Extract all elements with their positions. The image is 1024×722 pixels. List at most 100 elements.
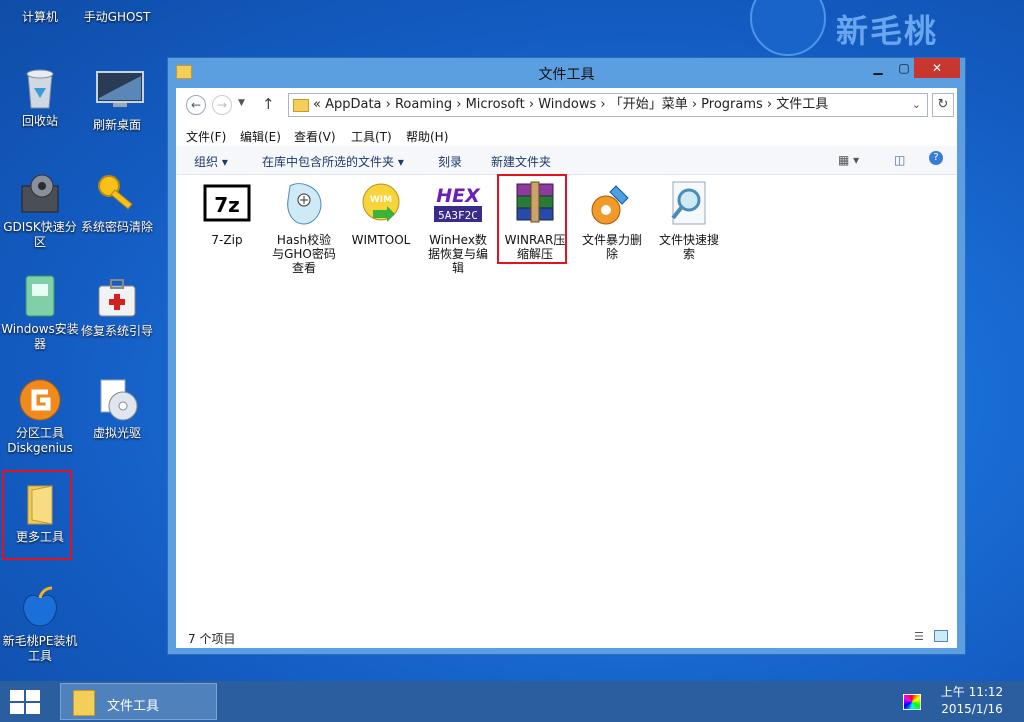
file-item-force-delete[interactable]: 文件暴力删除: [579, 180, 645, 261]
help-icon[interactable]: ?: [929, 151, 943, 165]
burn-button[interactable]: 刻录: [438, 153, 462, 170]
back-button[interactable]: ←: [186, 95, 206, 115]
desktop-icon-refresh-desktop[interactable]: 刷新桌面: [77, 70, 157, 133]
view-toggle: ☰: [914, 630, 950, 644]
file-item-hash[interactable]: Hash校验与GHO密码查看: [271, 180, 337, 275]
computer-icon: [18, 0, 62, 6]
menu-edit[interactable]: 编辑(E): [240, 128, 281, 145]
gdisk-icon: [18, 172, 62, 216]
menu-tools[interactable]: 工具(T): [351, 128, 392, 145]
file-label: 7-Zip: [211, 233, 243, 247]
winhex-icon: HEX 5A3F2C: [434, 180, 482, 228]
svg-text:WIM: WIM: [370, 195, 392, 205]
repair-kit-icon: [95, 276, 139, 320]
large-icons-view-icon[interactable]: [934, 630, 948, 642]
peach-logo-icon: [750, 0, 826, 56]
desktop-icon-computer[interactable]: 计算机: [0, 0, 80, 25]
preview-pane-icon[interactable]: ◫: [894, 153, 905, 167]
new-folder-button[interactable]: 新建文件夹: [491, 153, 551, 170]
close-button[interactable]: ✕: [914, 58, 960, 78]
svg-text:5A3F2C: 5A3F2C: [438, 209, 478, 222]
menu-view[interactable]: 查看(V): [294, 128, 336, 145]
recycle-bin-icon: [18, 66, 62, 110]
wimtool-icon: WIM: [357, 180, 405, 228]
peach-icon: [18, 586, 62, 630]
forward-button[interactable]: →: [212, 95, 232, 115]
desktop-icon-pe-installer[interactable]: 新毛桃PE装机工具: [0, 586, 80, 664]
windows-installer-icon: [18, 274, 62, 318]
key-icon: [95, 172, 139, 216]
start-button[interactable]: [10, 690, 42, 714]
file-search-icon: [665, 180, 713, 228]
virtual-drive-icon: [95, 378, 139, 422]
system-clock[interactable]: 上午 11:12 2015/1/16: [932, 684, 1012, 718]
desktop-icon-label: 计算机: [21, 10, 58, 24]
change-view-icon[interactable]: ▦ ▾: [838, 153, 859, 167]
details-view-icon[interactable]: ☰: [914, 630, 924, 643]
refresh-button[interactable]: ↻: [932, 93, 954, 117]
desktop-icon-label: 回收站: [21, 114, 58, 128]
monitor-icon: [95, 70, 144, 114]
taskbar-item-file-tools[interactable]: 文件工具: [60, 683, 217, 720]
menu-help[interactable]: 帮助(H): [406, 128, 448, 145]
ghost-icon: [95, 0, 139, 6]
file-label: WIMTOOL: [351, 233, 411, 247]
desktop-icon-password-clear[interactable]: 系统密码清除: [77, 172, 157, 235]
organize-button[interactable]: 组织 ▾: [194, 153, 228, 170]
address-path: « AppData › Roaming › Microsoft › Window…: [313, 97, 829, 112]
desktop-icon-label: GDISK快速分区: [3, 220, 77, 249]
window-titlebar[interactable]: 文件工具 ▁ ▢ ✕: [168, 58, 965, 88]
clock-time: 上午 11:12: [940, 685, 1004, 699]
brand-logo-text: 新毛桃: [836, 12, 939, 50]
desktop-icon-label: 分区工具Diskgenius: [7, 426, 73, 455]
file-item-wimtool[interactable]: WIM WIMTOOL: [348, 180, 414, 247]
explorer-window: 文件工具 ▁ ▢ ✕ ← → ▼ ↑ « AppData › Roaming ›…: [167, 57, 966, 655]
taskbar: 文件工具 上午 11:12 2015/1/16: [0, 681, 1024, 722]
7zip-icon: 7z: [203, 180, 251, 228]
desktop-icon-gdisk[interactable]: GDISK快速分区: [0, 172, 80, 250]
clock-date: 2015/1/16: [941, 702, 1003, 716]
desktop-icon-label: Windows安装器: [1, 322, 79, 351]
file-item-quick-search[interactable]: 文件快速搜索: [656, 180, 722, 261]
svg-text:HEX: HEX: [436, 185, 481, 207]
diskgenius-icon: [18, 378, 62, 422]
file-label: 文件快速搜索: [658, 233, 719, 261]
desktop-icon-recycle-bin[interactable]: 回收站: [0, 66, 80, 129]
recent-locations-dropdown[interactable]: ▼: [238, 98, 245, 108]
hash-icon: [280, 180, 328, 228]
desktop-icon-label: 系统密码清除: [80, 220, 153, 234]
window-title: 文件工具: [538, 67, 595, 83]
desktop-icon-diskgenius[interactable]: 分区工具Diskgenius: [0, 378, 80, 456]
desktop-icon-label: 刷新桌面: [92, 118, 141, 132]
chevron-down-icon[interactable]: ⌄: [912, 94, 921, 116]
command-bar: 组织 ▾ 在库中包含所选的文件夹 ▾ 刻录 新建文件夹 ▦ ▾ ◫ ?: [176, 146, 957, 175]
desktop-icon-ghost[interactable]: 手动GHOST: [77, 0, 157, 25]
status-bar-item-count: 7 个项目: [188, 632, 236, 646]
desktop-icon-label: 修复系统引导: [80, 324, 153, 338]
file-list: 7z 7-Zip Hash校验与GHO密码查看 WIM WIMTOOL HEX …: [176, 174, 957, 620]
svg-text:7z: 7z: [214, 193, 240, 217]
folder-icon: [293, 99, 309, 112]
folder-icon: [73, 690, 95, 716]
file-item-winhex[interactable]: HEX 5A3F2C WinHex数据恢复与编辑: [425, 180, 491, 275]
desktop-icon-label: 新毛桃PE装机工具: [2, 634, 78, 663]
brand-logo: 新毛桃: [750, 0, 1010, 56]
file-label: WinHex数据恢复与编辑: [427, 233, 488, 275]
file-item-7zip[interactable]: 7z 7-Zip: [194, 180, 260, 247]
minimize-button[interactable]: ▁: [864, 58, 892, 78]
desktop-icon-repair-boot[interactable]: 修复系统引导: [77, 276, 157, 339]
highlight-winrar: [497, 174, 567, 264]
up-button[interactable]: ↑: [262, 95, 275, 113]
file-label: Hash校验与GHO密码查看: [272, 233, 336, 275]
navigation-bar: ← → ▼ ↑ « AppData › Roaming › Microsoft …: [184, 92, 954, 118]
file-label: 文件暴力删除: [581, 233, 642, 261]
desktop-icon-windows-installer[interactable]: Windows安装器: [0, 274, 80, 352]
tray-color-icon[interactable]: [903, 694, 921, 710]
include-in-library-button[interactable]: 在库中包含所选的文件夹 ▾: [262, 153, 404, 170]
desktop-icon-virtual-drive[interactable]: 虚拟光驱: [77, 378, 157, 441]
file-delete-icon: [588, 180, 636, 228]
window-content: ← → ▼ ↑ « AppData › Roaming › Microsoft …: [176, 88, 957, 648]
menu-file[interactable]: 文件(F): [186, 128, 226, 145]
address-bar[interactable]: « AppData › Roaming › Microsoft › Window…: [288, 93, 928, 117]
windows-logo-icon: [10, 690, 24, 701]
